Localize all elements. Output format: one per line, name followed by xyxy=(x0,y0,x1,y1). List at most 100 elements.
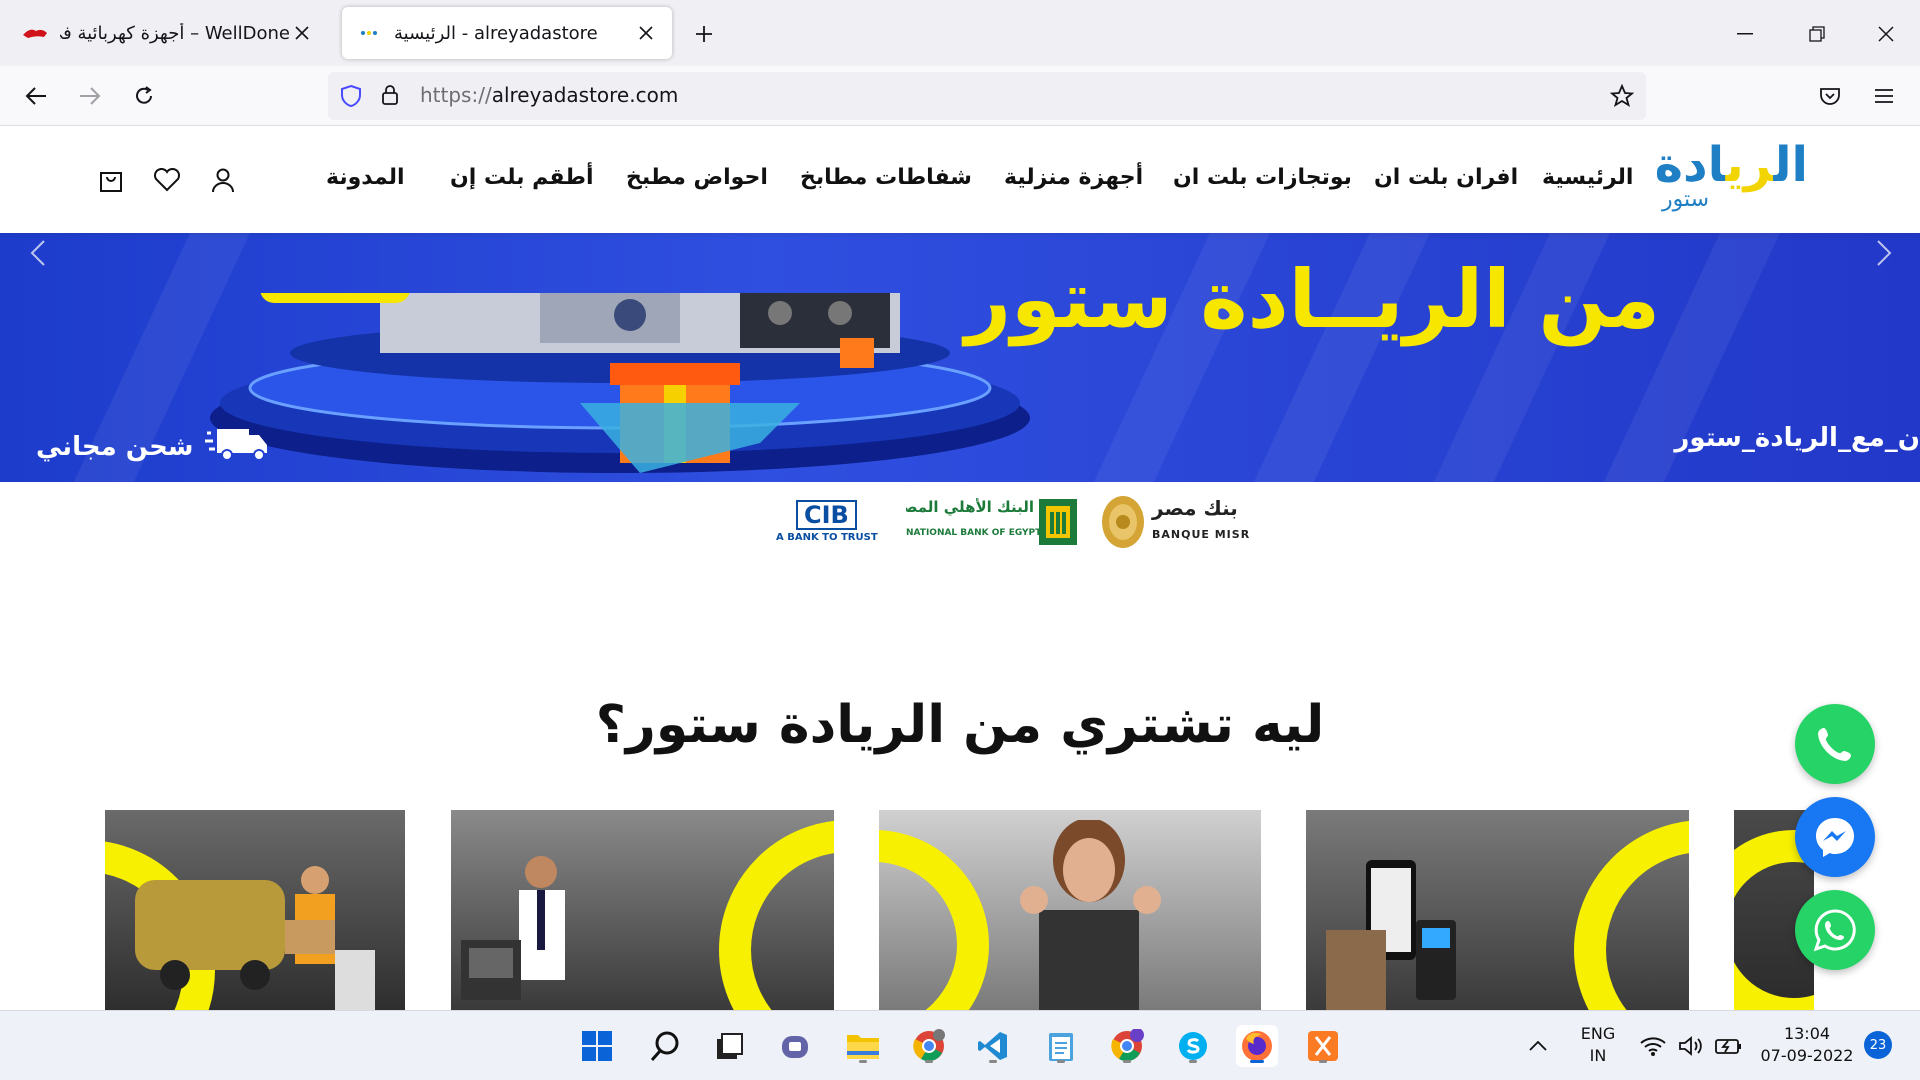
feature-card-satisfaction[interactable] xyxy=(879,810,1261,1010)
menu-item-builtin-hobs[interactable]: بوتجازات بلت ان xyxy=(1173,165,1352,190)
cib-logo-text: CIB xyxy=(796,500,857,530)
free-shipping-text: شحن مجاني xyxy=(36,431,194,462)
url-protocol: https:// xyxy=(420,83,492,107)
tab-title: الرئيسية - alreyadastore xyxy=(394,22,598,44)
minimize-window-button[interactable] xyxy=(1725,14,1765,54)
menu-item-home-appliances[interactable]: أجهزة منزلية xyxy=(1004,165,1143,190)
chrome-icon[interactable] xyxy=(1106,1025,1148,1067)
site-header: الريادة ستور الرئيسية افران بلت ان بوتجا… xyxy=(0,127,1920,233)
logo-sub-text: ستور xyxy=(1662,187,1710,212)
feature-card-payment[interactable] xyxy=(1306,810,1689,1010)
messenger-button[interactable] xyxy=(1795,797,1875,877)
happy-customer-image xyxy=(1020,820,1161,1010)
menu-item-home[interactable]: الرئيسية xyxy=(1542,165,1633,190)
browser-navigation-bar: https://alreyadastore.com xyxy=(0,66,1920,126)
url-host: alreyadastore.com xyxy=(491,83,679,107)
mobile-payment-image xyxy=(1326,860,1456,1010)
site-logo[interactable]: الريادة ستور xyxy=(1655,137,1808,213)
menu-item-kitchen-sinks[interactable]: احواض مطبخ xyxy=(626,165,768,190)
windows-start-icon[interactable] xyxy=(576,1025,618,1067)
clock-time: 13:04 xyxy=(1783,1024,1831,1043)
wishlist-heart-icon[interactable] xyxy=(150,163,184,197)
restore-window-button[interactable] xyxy=(1797,14,1837,54)
pocket-icon[interactable] xyxy=(1810,76,1850,116)
why-buy-heading: ليه تشتري من الريادة ستور؟ xyxy=(595,695,1325,755)
slider-prev-arrow-icon[interactable] xyxy=(18,233,58,273)
cart-bag-icon[interactable] xyxy=(94,163,128,197)
slider-next-arrow-icon[interactable] xyxy=(1864,233,1904,273)
tracking-protection-shield-icon[interactable] xyxy=(340,84,362,112)
skype-icon[interactable] xyxy=(1172,1025,1214,1067)
hero-title: من الريــادة ستور xyxy=(964,253,1660,346)
windows-taskbar: ENG IN 13:04 07-09-2022 23 xyxy=(0,1010,1920,1080)
lang-bottom: IN xyxy=(1589,1046,1607,1065)
clock-date: 07-09-2022 xyxy=(1760,1046,1854,1065)
banque-misr-english: BANQUE MISR xyxy=(1152,528,1251,541)
tab-title: WellDone – أجهزة كهربائية في مصر xyxy=(60,22,290,44)
tab-alreyadastore[interactable]: الرئيسية - alreyadastore xyxy=(342,7,672,59)
menu-item-builtin-sets[interactable]: أطقم بلت إن xyxy=(450,165,594,190)
reload-button[interactable] xyxy=(124,76,164,116)
hero-banner[interactable]: من الريــادة ستور ن_مع_الريادة_ستور شحن … xyxy=(0,233,1920,482)
wifi-icon[interactable] xyxy=(1636,1025,1670,1067)
close-tab-icon[interactable] xyxy=(290,21,314,45)
notepad-icon[interactable] xyxy=(1040,1025,1082,1067)
alreyada-favicon-icon xyxy=(356,22,382,44)
hero-product-podium-image xyxy=(210,293,1030,473)
firefox-icon[interactable] xyxy=(1236,1025,1278,1067)
nbe-bank-logo: البنك الأهلي المصري NATIONAL BANK OF EGY… xyxy=(906,498,1077,552)
notification-count-badge[interactable]: 23 xyxy=(1864,1031,1892,1059)
nbe-emblem-icon xyxy=(1039,499,1077,545)
call-phone-button[interactable] xyxy=(1795,704,1875,784)
close-tab-icon[interactable] xyxy=(634,21,658,45)
cib-slogan: A BANK TO TRUST xyxy=(776,532,878,543)
logo-main-text: الريادة xyxy=(1654,137,1808,193)
search-icon[interactable] xyxy=(644,1025,686,1067)
menu-hamburger-icon[interactable] xyxy=(1864,76,1904,116)
cib-bank-logo: CIB A BANK TO TRUST xyxy=(776,500,878,548)
nbe-arabic-name: البنك الأهلي المصري xyxy=(906,498,1034,516)
lock-icon[interactable] xyxy=(381,84,399,110)
menu-item-blog[interactable]: المدونة xyxy=(326,165,405,190)
file-explorer-icon[interactable] xyxy=(842,1025,884,1067)
support-agent-image xyxy=(461,856,565,1000)
hero-hashtag: ن_مع_الريادة_ستور xyxy=(1674,423,1920,453)
banque-misr-emblem-icon xyxy=(1102,496,1144,548)
feature-card-delivery[interactable] xyxy=(105,810,405,1010)
feature-card-support[interactable] xyxy=(451,810,834,1010)
whatsapp-button[interactable] xyxy=(1795,890,1875,970)
tab-welldone[interactable]: WellDone – أجهزة كهربائية في مصر xyxy=(8,7,328,59)
welldone-favicon-icon xyxy=(22,22,48,44)
menu-item-builtin-ovens[interactable]: افران بلت ان xyxy=(1374,165,1518,190)
xampp-icon[interactable] xyxy=(1302,1025,1344,1067)
input-language-indicator[interactable]: ENG IN xyxy=(1568,1023,1628,1067)
close-window-button[interactable] xyxy=(1866,14,1906,54)
address-bar[interactable]: https://alreyadastore.com xyxy=(328,72,1646,120)
banque-misr-arabic: بنك مصر xyxy=(1152,496,1238,520)
phone-icon xyxy=(1818,728,1851,761)
back-button[interactable] xyxy=(16,76,56,116)
browser-tab-bar: WellDone – أجهزة كهربائية في مصر الرئيسي… xyxy=(0,0,1920,66)
clock[interactable]: 13:04 07-09-2022 xyxy=(1752,1023,1862,1067)
teams-chat-icon[interactable] xyxy=(774,1025,816,1067)
chrome-profile-icon[interactable] xyxy=(908,1025,950,1067)
delivery-truck-icon xyxy=(205,425,269,468)
menu-item-kitchen-hoods[interactable]: شفاطات مطابخ xyxy=(800,165,972,190)
vscode-icon[interactable] xyxy=(972,1025,1014,1067)
task-view-icon[interactable] xyxy=(708,1025,750,1067)
payment-banks-row: CIB A BANK TO TRUST البنك الأهلي المصري … xyxy=(770,490,1250,560)
whatsapp-icon xyxy=(1813,909,1856,952)
free-shipping-label: شحن مجاني xyxy=(36,425,269,468)
banque-misr-logo: بنك مصر BANQUE MISR xyxy=(1100,490,1250,554)
url-text[interactable]: https://alreyadastore.com xyxy=(420,83,678,107)
account-user-icon[interactable] xyxy=(206,163,240,197)
lang-top: ENG xyxy=(1580,1024,1616,1043)
nbe-english-name: NATIONAL BANK OF EGYPT xyxy=(906,528,1042,538)
show-hidden-icons-chevron-icon[interactable] xyxy=(1526,1025,1550,1067)
volume-icon[interactable] xyxy=(1674,1025,1708,1067)
messenger-icon xyxy=(1816,818,1854,857)
new-tab-button[interactable] xyxy=(688,18,720,50)
forward-button[interactable] xyxy=(70,76,110,116)
battery-charging-icon[interactable] xyxy=(1712,1025,1746,1067)
bookmark-star-icon[interactable] xyxy=(1609,83,1635,112)
